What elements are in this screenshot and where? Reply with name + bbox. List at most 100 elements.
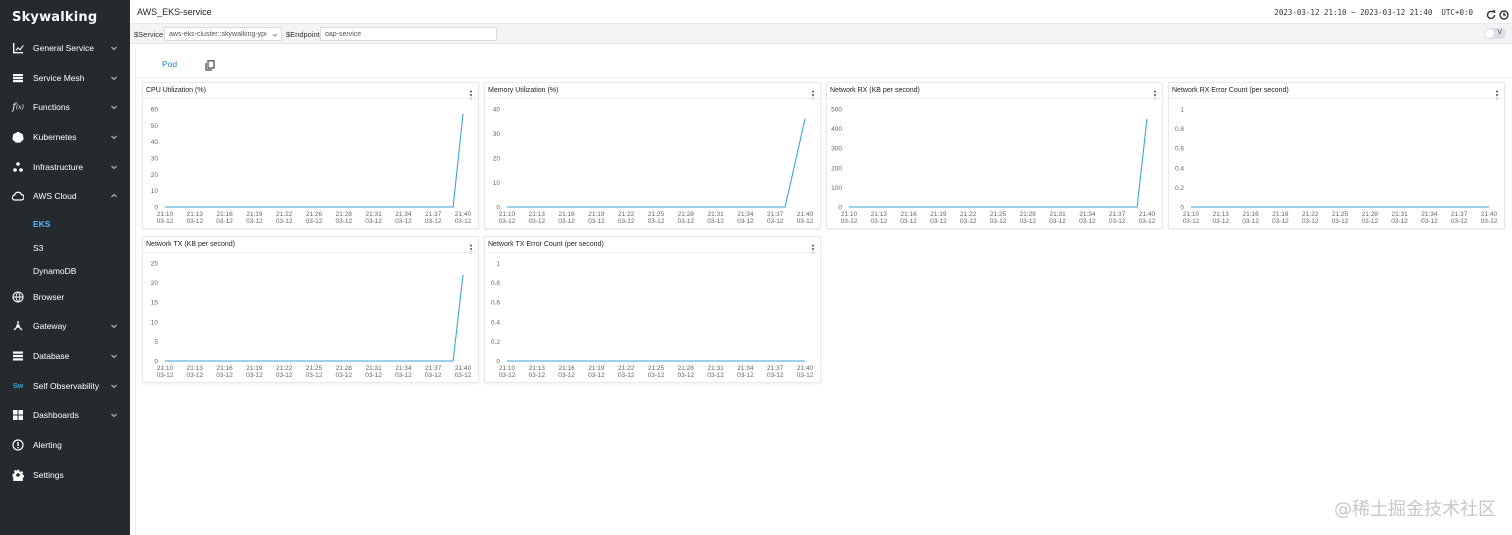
x-tick-label: 21:16 03-12 (1242, 211, 1259, 225)
sidebar-item-label: AWS Cloud (33, 191, 77, 201)
sidebar-subitem-dynamodb[interactable]: DynamoDB (33, 266, 76, 276)
service-select-value: aws-eks-cluster::skywalking-ypi (169, 31, 267, 38)
chevron-down-icon (110, 382, 118, 390)
x-tick-label: 21:34 03-12 (737, 365, 754, 379)
chevron-down-icon (110, 74, 118, 82)
sidebar-item-database[interactable]: Database (0, 344, 130, 368)
gear-icon (11, 468, 25, 482)
x-tick-label: 21:22 03-12 (1302, 211, 1319, 225)
more-options-icon[interactable] (810, 241, 816, 254)
x-tick-label: 21:10 03-12 (157, 211, 174, 225)
x-tick-label: 21:19 03-12 (1272, 211, 1289, 225)
sidebar-item-browser[interactable]: Browser (0, 285, 130, 309)
endpoint-select[interactable]: oap-service (320, 27, 497, 41)
y-tick-label: 0.2 (491, 339, 500, 346)
x-tick-label: 21:31 03-12 (1391, 211, 1408, 225)
endpoint-select-value: oap-service (325, 31, 362, 38)
more-options-icon[interactable] (1494, 87, 1500, 100)
y-tick-label: 500 (831, 107, 842, 114)
x-tick-label: 21:19 03-12 (588, 211, 605, 225)
y-tick-label: 100 (831, 185, 842, 192)
selector-bar: $Service aws-eks-cluster::skywalking-ypi… (130, 24, 1512, 44)
x-tick-label: 21:16 03-12 (558, 365, 575, 379)
service-select[interactable]: aws-eks-cluster::skywalking-ypi (164, 27, 282, 41)
time-range[interactable]: 2023-03-12 21:10 ~ 2023-03-12 21:40 UTC+… (1274, 8, 1473, 17)
view-toggle[interactable]: V (1484, 28, 1506, 39)
sidebar-item-service-mesh[interactable]: Service Mesh (0, 66, 130, 90)
alert-icon (11, 438, 25, 452)
x-tick-label: 21:10 03-12 (1183, 211, 1200, 225)
sidebar-subitem-s3[interactable]: S3 (33, 243, 43, 253)
more-options-icon[interactable] (810, 87, 816, 100)
cloud-icon (11, 189, 25, 203)
x-tick-label: 21:22 03-12 (618, 211, 635, 225)
dashboard-icon (11, 408, 25, 422)
network-rx-error-chart: 00.20.40.60.8121:10 03-1221:13 03-1221:16 0… (1175, 107, 1498, 226)
chart-icon (11, 41, 25, 55)
sidebar-item-kubernetes[interactable]: Kubernetes (0, 125, 130, 149)
sidebar: Skywalking General Service Service Mesh … (0, 0, 130, 535)
x-tick-label: 21:31 03-12 (707, 211, 724, 225)
endpoint-label: $Endpoint (286, 30, 320, 39)
chart-title: Network TX (KB per second) (146, 241, 235, 248)
sidebar-item-label: Infrastructure (33, 162, 84, 172)
y-tick-label: 20 (151, 280, 159, 287)
x-tick-label: 21:13 03-12 (528, 365, 545, 379)
more-options-icon[interactable] (1152, 87, 1158, 100)
y-tick-label: 0.8 (1175, 126, 1184, 133)
sidebar-item-infrastructure[interactable]: Infrastructure (0, 155, 130, 179)
more-options-icon[interactable] (468, 87, 474, 100)
kubernetes-icon (11, 130, 25, 144)
network-rx-chart: 010020030040050021:10 03-1221:13 03-1221:1… (831, 107, 1156, 226)
x-tick-label: 21:19 03-12 (930, 211, 947, 225)
x-tick-label: 21:22 03-12 (276, 365, 293, 379)
sidebar-item-gateway[interactable]: Gateway (0, 314, 130, 338)
x-tick-label: 21:22 03-12 (618, 365, 635, 379)
refresh-icon[interactable] (1486, 7, 1496, 20)
page-title: AWS_EKS-service (137, 7, 212, 17)
sidebar-item-settings[interactable]: Settings (0, 463, 130, 487)
x-tick-label: 21:40 03-12 (797, 211, 814, 225)
chevron-down-icon (110, 133, 118, 141)
network-tx-chart: 051015202521:10 03-1221:13 03-1221:16 03-12… (151, 261, 472, 380)
watermark: @稀土掘金技术社区 (1334, 499, 1496, 520)
y-tick-label: 0.6 (491, 300, 500, 307)
x-tick-label: 21:10 03-12 (499, 211, 516, 225)
x-tick-label: 21:16 03-12 (216, 365, 233, 379)
x-tick-label: 21:25 03-12 (648, 365, 665, 379)
y-tick-label: 10 (493, 180, 501, 187)
sidebar-subitem-eks[interactable]: EKS (33, 219, 50, 229)
sidebar-item-dashboards[interactable]: Dashboards (0, 403, 130, 427)
y-tick-label: 20 (151, 172, 159, 179)
x-tick-label: 21:40 03-12 (455, 211, 472, 225)
x-tick-label: 21:28 03-12 (335, 365, 352, 379)
x-tick-label: 21:16 03-12 (216, 211, 233, 225)
chart-title: CPU Utilization (%) (146, 87, 206, 94)
x-tick-label: 21:37 03-12 (767, 211, 784, 225)
sidebar-item-label: Browser (33, 292, 65, 302)
series-line (165, 274, 464, 362)
sidebar-item-aws-cloud[interactable]: AWS Cloud (0, 184, 130, 208)
x-tick-label: 21:16 03-12 (558, 211, 575, 225)
sidebar-item-label: Functions (33, 102, 70, 112)
sidebar-item-alerting[interactable]: Alerting (0, 433, 130, 457)
x-tick-label: 21:40 03-12 (797, 365, 814, 379)
sidebar-item-general-service[interactable]: General Service (0, 36, 130, 60)
x-tick-label: 21:31 03-12 (707, 365, 724, 379)
y-tick-label: 5 (154, 339, 158, 346)
copy-icon[interactable] (205, 58, 215, 71)
x-tick-label: 21:37 03-12 (425, 211, 442, 225)
more-options-icon[interactable] (468, 241, 474, 254)
gateway-icon (11, 319, 25, 333)
x-tick-label: 21:28 03-12 (335, 211, 352, 225)
infrastructure-icon (11, 160, 25, 174)
y-tick-label: 1 (1180, 107, 1184, 114)
sidebar-item-self-observability[interactable]: Sw Self Observability (0, 374, 130, 398)
y-tick-label: 30 (493, 131, 501, 138)
sidebar-item-functions[interactable]: f (x) Functions (0, 95, 130, 119)
tab-pod[interactable]: Pod (162, 59, 177, 69)
chevron-down-icon (110, 322, 118, 330)
clock-icon[interactable] (1499, 7, 1509, 20)
x-tick-label: 21:10 03-12 (841, 211, 858, 225)
sidebar-item-label: Alerting (33, 440, 62, 450)
